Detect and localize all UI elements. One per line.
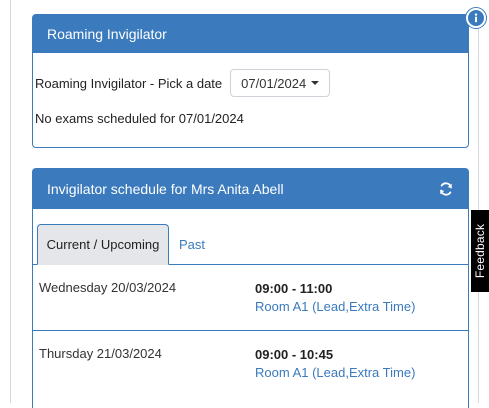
- feedback-label: Feedback: [473, 223, 487, 279]
- schedule-date: Thursday 21/03/2024: [39, 346, 162, 361]
- roaming-invigilator-panel: Roaming Invigilator Roaming Invigilator …: [32, 14, 469, 148]
- schedule-row: Thursday 21/03/2024 09:00 - 10:45 Room A…: [33, 331, 468, 397]
- schedule-time: 09:00 - 11:00: [255, 281, 333, 296]
- schedule-tabs: Current / Upcoming Past: [33, 209, 468, 265]
- schedule-room: Room A1 (Lead,Extra Time): [255, 299, 416, 314]
- info-glyph: [474, 13, 478, 23]
- left-border: [10, 0, 11, 403]
- invigilator-schedule-panel: Invigilator schedule for Mrs Anita Abell…: [32, 168, 469, 408]
- pick-date-label: Roaming Invigilator - Pick a date: [35, 75, 223, 91]
- schedule-room: Room A1 (Lead,Extra Time): [255, 365, 416, 380]
- info-icon[interactable]: [466, 8, 486, 28]
- roaming-panel-body: Roaming Invigilator - Pick a date 07/01/…: [33, 53, 468, 148]
- schedule-panel-heading: Invigilator schedule for Mrs Anita Abell: [33, 169, 468, 209]
- date-dropdown-value: 07/01/2024: [241, 75, 307, 91]
- feedback-button[interactable]: Feedback: [471, 210, 489, 292]
- schedule-time: 09:00 - 10:45: [255, 347, 334, 362]
- roaming-panel-title: Roaming Invigilator: [47, 26, 167, 42]
- roaming-panel-heading: Roaming Invigilator: [33, 15, 468, 53]
- no-exams-message: No exams scheduled for 07/01/2024: [35, 111, 244, 126]
- date-picker-row: Roaming Invigilator - Pick a date 07/01/…: [35, 69, 331, 97]
- schedule-date: Wednesday 20/03/2024: [39, 280, 177, 295]
- tab-current-upcoming[interactable]: Current / Upcoming: [37, 224, 169, 265]
- refresh-icon[interactable]: [438, 181, 454, 197]
- tab-past[interactable]: Past: [173, 224, 211, 265]
- schedule-list: Wednesday 20/03/2024 09:00 - 11:00 Room …: [33, 265, 468, 397]
- caret-down-icon: [311, 81, 320, 85]
- date-dropdown-button[interactable]: 07/01/2024: [230, 69, 331, 97]
- schedule-panel-title: Invigilator schedule for Mrs Anita Abell: [47, 181, 284, 197]
- schedule-row: Wednesday 20/03/2024 09:00 - 11:00 Room …: [33, 265, 468, 331]
